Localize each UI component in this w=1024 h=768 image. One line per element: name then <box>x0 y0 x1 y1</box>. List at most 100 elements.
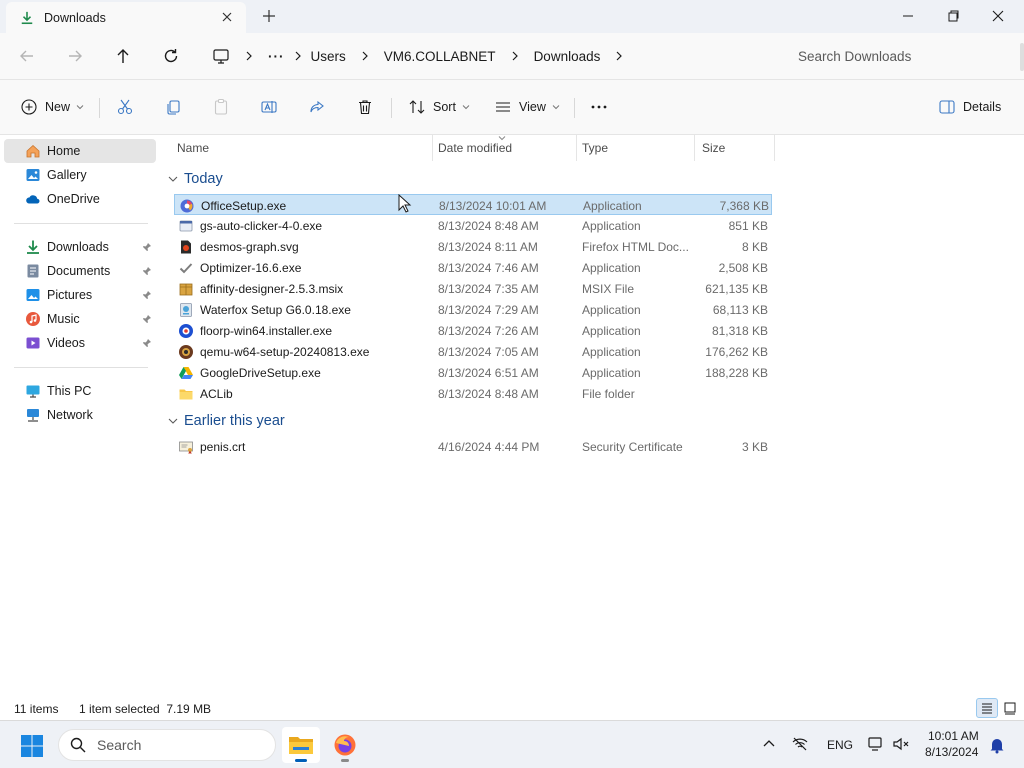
column-divider[interactable] <box>774 135 775 161</box>
breadcrumb-user-folder[interactable]: VM6.COLLABNET <box>384 49 496 64</box>
sidebar-item-network[interactable]: Network <box>4 403 156 427</box>
sidebar-item-gallery[interactable]: Gallery <box>4 163 156 187</box>
details-pane-button[interactable]: Details <box>938 97 1001 117</box>
more-icon <box>591 105 607 109</box>
tab-downloads[interactable]: Downloads <box>6 2 246 33</box>
file-row[interactable]: Optimizer-16.6.exe 8/13/2024 7:46 AM App… <box>174 257 772 278</box>
new-tab-icon[interactable] <box>262 9 276 23</box>
pin-icon[interactable] <box>142 242 152 252</box>
file-size: 3 KB <box>741 439 768 454</box>
sidebar-item-pictures[interactable]: Pictures <box>4 283 156 307</box>
file-name-cell: affinity-designer-2.5.3.msix <box>178 278 428 299</box>
sidebar-item-downloads[interactable]: Downloads <box>4 235 156 259</box>
file-row[interactable]: qemu-w64-setup-20240813.exe 8/13/2024 7:… <box>174 341 772 362</box>
paste-button[interactable] <box>212 97 230 117</box>
pin-icon[interactable] <box>142 338 152 348</box>
navigation-pane: Home Gallery OneDrive Downloads Document… <box>0 135 160 698</box>
column-header-name[interactable]: Name <box>171 135 433 161</box>
group-header-today[interactable]: Today <box>164 168 223 190</box>
view-icon <box>496 102 510 112</box>
chevron-right-icon <box>295 51 301 61</box>
clock-time[interactable]: 10:01 AM <box>928 729 979 743</box>
file-row[interactable]: Waterfox Setup G6.0.18.exe 8/13/2024 7:2… <box>174 299 772 320</box>
file-type: Firefox HTML Doc... <box>582 239 689 254</box>
cut-button[interactable] <box>116 97 134 117</box>
close-tab-icon[interactable] <box>220 10 234 24</box>
breadcrumb[interactable]: ··· Users VM6.COLLABNET Downloads <box>200 40 770 72</box>
chevron-down-icon <box>168 418 178 424</box>
group-header-earlier-this-year[interactable]: Earlier this year <box>164 410 285 432</box>
forward-icon[interactable] <box>65 46 85 66</box>
column-header-size[interactable]: Size <box>696 135 776 161</box>
taskbar-file-explorer[interactable] <box>282 727 320 763</box>
close-icon[interactable] <box>989 7 1007 25</box>
file-name-cell: GoogleDriveSetup.exe <box>178 362 428 383</box>
file-row[interactable]: affinity-designer-2.5.3.msix 8/13/2024 7… <box>174 278 772 299</box>
plus-circle-icon <box>21 99 37 115</box>
notification-bell-icon[interactable] <box>988 736 1006 754</box>
sidebar-item-music[interactable]: Music <box>4 307 156 331</box>
display-icon[interactable] <box>867 735 885 753</box>
sidebar-item-this-pc[interactable]: This PC <box>4 379 156 403</box>
copy-button[interactable] <box>164 97 182 117</box>
volume-muted-icon[interactable] <box>892 735 910 753</box>
file-row[interactable]: floorp-win64.installer.exe 8/13/2024 7:2… <box>174 320 772 341</box>
delete-button[interactable] <box>356 97 374 117</box>
windows-start-icon[interactable] <box>20 734 44 758</box>
sidebar-item-label: Network <box>47 408 93 422</box>
file-row[interactable]: desmos-graph.svg 8/13/2024 8:11 AM Firef… <box>174 236 772 257</box>
maximize-icon[interactable] <box>944 7 962 25</box>
sidebar-item-home[interactable]: Home <box>4 139 156 163</box>
taskbar-firefox[interactable] <box>326 727 364 763</box>
breadcrumb-downloads[interactable]: Downloads <box>534 49 601 64</box>
file-name: floorp-win64.installer.exe <box>200 323 333 338</box>
tiles-view-button[interactable] <box>999 698 1021 718</box>
breadcrumb-users[interactable]: Users <box>311 49 346 64</box>
monitor-icon[interactable] <box>212 47 230 65</box>
file-row[interactable]: ACLib 8/13/2024 8:48 AM File folder <box>174 383 772 404</box>
back-icon[interactable] <box>17 46 37 66</box>
more-options-button[interactable] <box>590 97 608 117</box>
up-icon[interactable] <box>113 46 133 66</box>
share-button[interactable] <box>308 97 326 117</box>
search-input[interactable]: Search Downloads <box>784 40 1020 72</box>
column-header-date[interactable]: Date modified <box>432 135 576 161</box>
pin-icon[interactable] <box>142 314 152 324</box>
column-label: Date modified <box>438 141 513 155</box>
running-indicator <box>341 759 349 762</box>
app-icon <box>179 220 193 231</box>
file-row[interactable]: GoogleDriveSetup.exe 8/13/2024 6:51 AM A… <box>174 362 772 383</box>
file-row[interactable]: gs-auto-clicker-4-0.exe 8/13/2024 8:48 A… <box>174 215 772 236</box>
network-disconnected-icon[interactable] <box>791 735 809 753</box>
rename-button[interactable] <box>260 97 278 117</box>
taskbar-search[interactable]: Search <box>58 729 276 761</box>
chevron-up-icon[interactable] <box>760 735 778 753</box>
column-label: Type <box>582 141 609 155</box>
file-list: Name Date modified Type Size Today Offic… <box>160 135 1024 698</box>
file-name: GoogleDriveSetup.exe <box>200 365 321 380</box>
clock-date[interactable]: 8/13/2024 <box>925 745 978 759</box>
sidebar-item-videos[interactable]: Videos <box>4 331 156 355</box>
file-row[interactable]: penis.crt 4/16/2024 4:44 PM Security Cer… <box>174 436 772 457</box>
breadcrumb-overflow[interactable]: ··· <box>268 49 285 64</box>
language-indicator[interactable]: ENG <box>827 738 853 752</box>
pin-icon[interactable] <box>142 290 152 300</box>
sidebar-item-documents[interactable]: Documents <box>4 259 156 283</box>
new-button[interactable]: New <box>20 97 84 117</box>
file-date: 8/13/2024 7:05 AM <box>438 344 539 359</box>
column-header-type[interactable]: Type <box>576 135 694 161</box>
chevron-right-icon[interactable] <box>614 51 624 61</box>
divider <box>391 98 392 118</box>
file-name: Optimizer-16.6.exe <box>200 260 302 275</box>
file-name: affinity-designer-2.5.3.msix <box>200 281 344 296</box>
column-divider[interactable] <box>694 135 695 161</box>
sort-button[interactable]: Sort <box>408 97 470 117</box>
file-row[interactable]: OfficeSetup.exe 8/13/2024 10:01 AM Appli… <box>174 194 772 215</box>
sidebar-item-onedrive[interactable]: OneDrive <box>4 187 156 211</box>
view-button[interactable]: View <box>494 97 560 117</box>
pin-icon[interactable] <box>142 266 152 276</box>
copy-icon <box>167 100 180 115</box>
minimize-icon[interactable] <box>899 7 917 25</box>
refresh-icon[interactable] <box>161 46 181 66</box>
details-view-button[interactable] <box>976 698 998 718</box>
